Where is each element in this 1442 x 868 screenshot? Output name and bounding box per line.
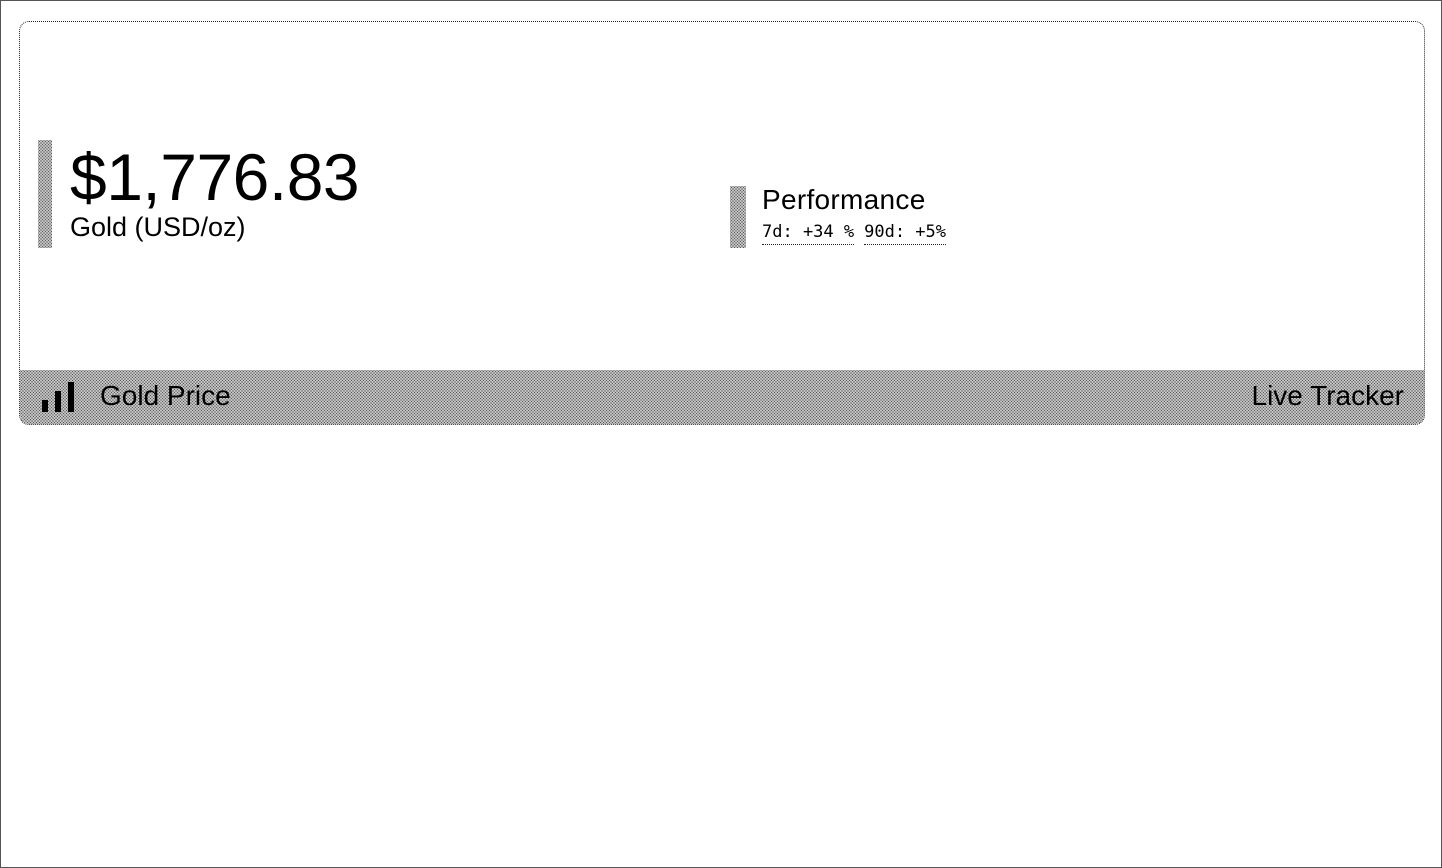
app-window: $1,776.83 Gold (USD/oz) Performance 7d: … <box>0 0 1442 868</box>
price-accent-bar <box>38 140 52 248</box>
price-value: $1,776.83 <box>70 140 360 214</box>
bar-chart-icon <box>42 382 76 412</box>
footer-tag: Live Tracker <box>1251 380 1405 411</box>
performance-title: Performance <box>762 184 926 215</box>
performance-stat-7d: 7d: +34 % <box>762 224 855 245</box>
performance-stats: 7d: +34 % 90d: +5% <box>762 224 947 245</box>
footer-title: Gold Price <box>100 380 231 411</box>
performance-stat-90d: 90d: +5% <box>864 224 947 245</box>
performance-accent-bar <box>730 186 746 248</box>
gold-price-widget[interactable]: $1,776.83 Gold (USD/oz) Performance 7d: … <box>19 21 1425 425</box>
widget-footer: Gold Price Live Tracker <box>20 370 1424 424</box>
price-label: Gold (USD/oz) <box>70 212 246 242</box>
